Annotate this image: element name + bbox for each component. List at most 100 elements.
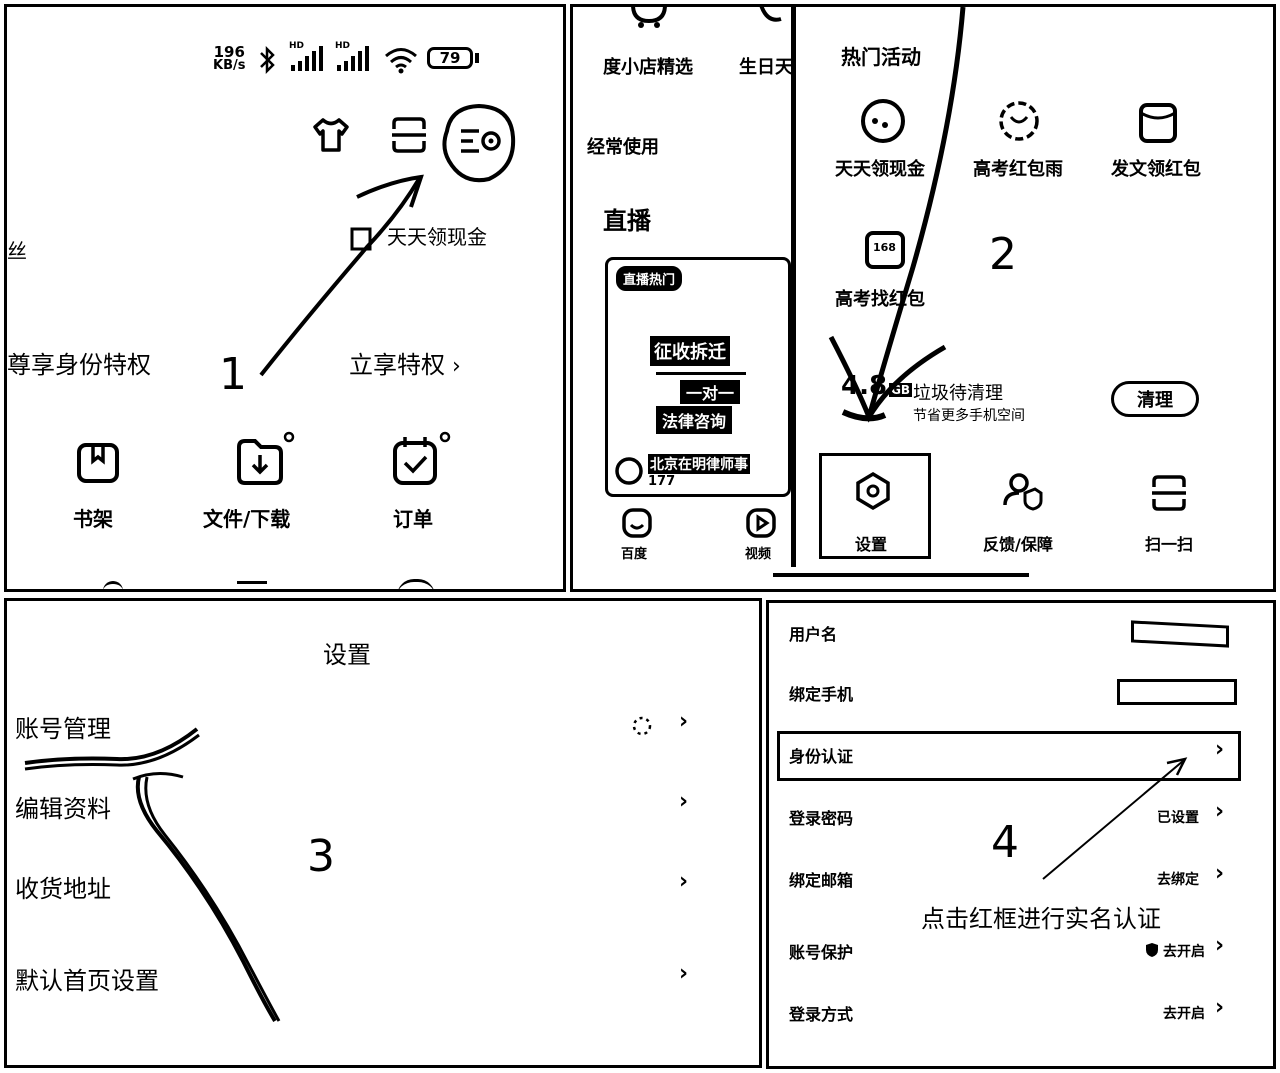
- file-download-icon[interactable]: [235, 431, 301, 487]
- cut-icon-3: [397, 579, 435, 589]
- scan-icon[interactable]: [389, 115, 429, 155]
- cleanup-title: 垃圾待清理: [913, 383, 1003, 404]
- step-number-3: 3: [307, 831, 335, 882]
- account-row-email[interactable]: 绑定邮箱 去绑定 ›: [789, 861, 1237, 897]
- activity-cash-label[interactable]: 天天领现金: [835, 155, 925, 181]
- tool-scan-label[interactable]: 扫一扫: [1145, 531, 1193, 555]
- tab-home-label[interactable]: 百度: [621, 543, 647, 562]
- avatar: [614, 456, 644, 486]
- order-icon[interactable]: [391, 431, 457, 487]
- settings-gear-icon[interactable]: [853, 471, 893, 511]
- card-title-2: 一对一: [680, 380, 741, 404]
- settings-title: 设置: [323, 641, 371, 669]
- tab-video-label[interactable]: 视频: [745, 543, 771, 562]
- redacted-phone: [1117, 679, 1237, 705]
- activity-find-label[interactable]: 高考找红包: [835, 285, 925, 311]
- step-number-4: 4: [991, 817, 1019, 868]
- skin-shirt-icon[interactable]: [311, 115, 351, 155]
- card-title-1: 征收拆迁: [650, 336, 730, 366]
- privilege-title: 尊享身份特权: [7, 351, 151, 379]
- annotation-arrow-4: [1042, 757, 1188, 880]
- settings-menu-icon[interactable]: [437, 101, 519, 185]
- settings-row-homepage[interactable]: 默认首页设置 ›: [15, 957, 705, 997]
- scan-icon[interactable]: [1149, 473, 1189, 513]
- settings-row-profile[interactable]: 编辑资料 ›: [15, 785, 705, 825]
- birthday-icon: [757, 7, 787, 29]
- feedback-shield-icon[interactable]: [999, 471, 1043, 511]
- tool-download-label[interactable]: 文件/下载: [203, 503, 290, 532]
- red-envelope-rain-icon[interactable]: [991, 95, 1047, 145]
- live-card[interactable]: 直播热门 征收拆迁 一对一 法律咨询 北京在明律师事 177: [605, 257, 791, 497]
- video-tab-icon[interactable]: [745, 507, 777, 539]
- panel-profile: 196 KB/s HD HD 79 天天领现金 丝 尊享身份特权 立享特权 › …: [4, 4, 566, 592]
- chevron-right-icon: ›: [1215, 995, 1225, 1020]
- frequent-use-heading: 经常使用: [587, 137, 659, 158]
- wifi-icon: [383, 45, 419, 75]
- tool-settings-label[interactable]: 设置: [855, 531, 887, 555]
- cleanup-subtitle: 节省更多手机空间: [913, 408, 1025, 424]
- signal-icon-2: HD: [335, 41, 375, 73]
- tool-order-label[interactable]: 订单: [393, 503, 433, 532]
- chevron-right-icon: ›: [1215, 799, 1225, 824]
- chevron-right-icon: ›: [1215, 933, 1225, 958]
- account-row-protection[interactable]: 账号保护 去开启 ›: [789, 933, 1237, 969]
- promo-label[interactable]: 天天领现金: [387, 221, 487, 250]
- step-number-1: 1: [219, 349, 247, 400]
- loading-spinner-icon: [631, 715, 653, 741]
- chevron-right-icon: ›: [445, 354, 461, 379]
- signal-icon-1: HD: [289, 41, 329, 73]
- privilege-link[interactable]: 立享特权 ›: [349, 345, 461, 380]
- bluetooth-icon: [257, 45, 277, 75]
- chevron-right-icon: ›: [679, 709, 689, 734]
- panel-settings: 设置 账号管理 › 编辑资料 › 收货地址 › 默认首页设置 › 3: [4, 598, 762, 1068]
- cut-icon-1: [103, 581, 123, 589]
- cleanup-button[interactable]: 清理: [1111, 381, 1199, 417]
- item-birthday[interactable]: 生日天: [739, 53, 793, 79]
- live-badge: 直播热门: [616, 266, 683, 291]
- post-envelope-icon[interactable]: [1133, 95, 1183, 145]
- activity-rain-label[interactable]: 高考红包雨: [973, 155, 1063, 181]
- settings-row-account[interactable]: 账号管理 ›: [15, 705, 705, 745]
- activity-post-label[interactable]: 发文领红包: [1111, 155, 1201, 181]
- item-shop-picks[interactable]: 度小店精选: [603, 53, 693, 79]
- cleanup-size: 4.8 GB: [841, 371, 913, 401]
- gift-icon: [349, 221, 373, 251]
- card-viewers: 177: [648, 474, 676, 489]
- bookshelf-icon[interactable]: [75, 441, 123, 485]
- tool-bookshelf-label[interactable]: 书架: [73, 503, 113, 532]
- settings-row-address[interactable]: 收货地址 ›: [15, 865, 705, 905]
- network-speed: 196 KB/s: [213, 43, 246, 73]
- account-row-identity[interactable]: 身份认证 ›: [789, 737, 1237, 773]
- shop-icon: [629, 7, 669, 31]
- chevron-right-icon: ›: [679, 869, 689, 894]
- chevron-right-icon: ›: [679, 789, 689, 814]
- tool-feedback-label[interactable]: 反馈/保障: [983, 531, 1053, 555]
- annotation-underline-3: [24, 727, 281, 1023]
- account-row-login-method[interactable]: 登录方式 去开启 ›: [789, 995, 1237, 1031]
- hot-activities-heading: 热门活动: [841, 45, 921, 69]
- chevron-right-icon: ›: [1215, 861, 1225, 886]
- panel-menu: 度小店精选 生日天 经常使用 直播 直播热门 征收拆迁 一对一 法律咨询 北京在…: [570, 4, 1276, 592]
- home-indicator: [773, 573, 1029, 577]
- card-divider: [656, 372, 746, 375]
- find-envelope-icon[interactable]: 168: [861, 227, 911, 273]
- shield-icon: [1145, 942, 1159, 962]
- account-row-username[interactable]: 用户名: [789, 619, 1237, 649]
- popup-left-border: [793, 7, 796, 567]
- cash-bag-icon[interactable]: [855, 95, 911, 145]
- panel-account: 用户名 绑定手机 身份认证 › 登录密码 已设置 › 绑定邮箱 去绑定 › 账号…: [766, 600, 1276, 1069]
- left-cut-text: 丝: [7, 239, 27, 263]
- chevron-right-icon: ›: [679, 961, 689, 986]
- redacted-username: [1131, 620, 1229, 648]
- step-number-2: 2: [989, 229, 1017, 280]
- battery-tip: [475, 53, 479, 63]
- account-row-phone[interactable]: 绑定手机: [789, 679, 1237, 709]
- instruction-text: 点击红框进行实名认证: [921, 905, 1161, 933]
- svg-text:168: 168: [873, 241, 896, 254]
- card-footer: 北京在明律师事: [648, 454, 750, 474]
- chevron-right-icon: ›: [1215, 737, 1225, 762]
- home-tab-icon[interactable]: [621, 507, 653, 539]
- cut-icon-2: [237, 581, 267, 589]
- live-heading: 直播: [603, 207, 651, 235]
- card-title-3: 法律咨询: [656, 406, 733, 434]
